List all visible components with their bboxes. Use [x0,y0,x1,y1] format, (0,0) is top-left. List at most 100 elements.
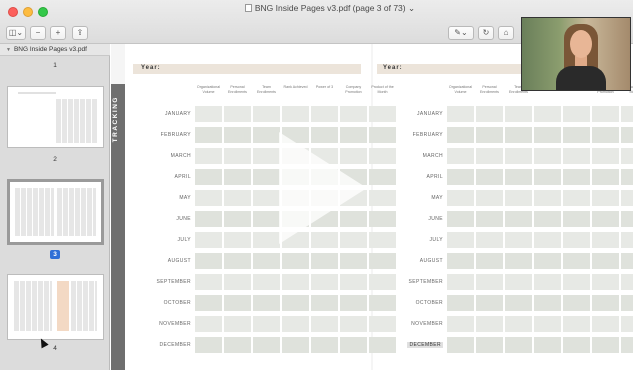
tracking-cell [195,169,222,185]
month-label: MAY [431,195,443,201]
page-number-label-selected: 3 [0,250,110,259]
tracking-cell [592,253,619,269]
maximize-window-button[interactable] [38,7,48,17]
tracking-cell [592,232,619,248]
disclosure-triangle-icon[interactable]: ▼ [6,47,11,53]
tracking-cell [447,253,474,269]
document-view[interactable]: TRACKING Year: Year: Organizational Volu… [111,44,633,370]
tracking-cell [592,190,619,206]
tracking-cell [505,127,532,143]
page-thumbnail-4[interactable] [7,274,104,340]
tracking-cell [621,253,633,269]
tracking-cell [476,127,503,143]
tracking-cell [447,295,474,311]
tracking-cell [224,169,251,185]
tracking-cell [447,169,474,185]
rotate-button[interactable]: ↻ [478,26,494,40]
tracking-cell [253,274,280,290]
tracking-cell [340,253,367,269]
share-button[interactable]: ⇪ [72,26,88,40]
zoom-in-button[interactable]: + [50,26,66,40]
tracking-cell [563,274,590,290]
month-label: OCTOBER [415,300,443,306]
tracking-cell [534,232,561,248]
tracking-cell [195,316,222,332]
page-number-label: 1 [53,62,57,69]
minimize-window-button[interactable] [23,7,33,17]
sidebar-document-header[interactable]: ▼ BNG Inside Pages v3.pdf [0,44,110,56]
column-header: Company Promotion [345,85,362,94]
tracking-cell [340,274,367,290]
tracking-cell [563,232,590,248]
tracking-cell [563,127,590,143]
page-thumbnail-3[interactable] [7,179,104,245]
close-window-button[interactable] [8,7,18,17]
tracking-cell [311,253,338,269]
month-label: JANUARY [416,111,443,117]
thumbnail-sidebar: ▼ BNG Inside Pages v3.pdf 1 2 3 4 [0,44,110,370]
tracking-cell [340,106,367,122]
tracking-cell [253,169,280,185]
markup-toolbox-button[interactable]: ⌂ [498,26,514,40]
tracking-cell [311,295,338,311]
tracking-cell [592,274,619,290]
page-thumbnail-2[interactable] [7,86,104,148]
tracking-cell [253,148,280,164]
tracking-cell [563,190,590,206]
tracking-cell [253,211,280,227]
year-label: Year: [141,65,161,71]
tracking-cell [563,295,590,311]
tracking-cell [476,169,503,185]
month-label: JANUARY [164,111,191,117]
zoom-out-button[interactable]: − [30,26,46,40]
month-label: JULY [177,237,191,243]
markup-pen-button[interactable]: ✎⌄ [448,26,474,40]
tracking-cell [476,211,503,227]
thumb-grid [55,99,98,143]
column-header: Team Enrollments [257,85,276,94]
tracking-cell [476,106,503,122]
tracking-cell [447,106,474,122]
tracking-cell [534,190,561,206]
tracking-cell [282,106,309,122]
webcam-overlay [521,17,631,91]
tracking-cell [505,253,532,269]
tracking-cell [224,337,251,353]
month-label: DECEMBER [159,342,191,348]
column-header: Rank Achieved [283,85,308,89]
month-label: JUNE [176,216,191,222]
tracking-cell [592,169,619,185]
tracking-cell [253,190,280,206]
tracking-cell [534,106,561,122]
tracking-cell [621,190,633,206]
tracking-cell [195,211,222,227]
tracking-cell [534,295,561,311]
tracking-cell [476,253,503,269]
tracking-cell [505,169,532,185]
month-label: JUNE [428,216,443,222]
tracking-cell [447,337,474,353]
tracking-cell [224,106,251,122]
tracking-cell [621,148,633,164]
tracking-cell [224,211,251,227]
sidebar-toggle-button[interactable]: ◫⌄ [6,26,26,40]
tracking-cell [592,316,619,332]
tracking-cell [282,274,309,290]
tracking-cell [621,127,633,143]
tracking-cell [505,190,532,206]
month-label: AUGUST [419,258,443,264]
month-label: MARCH [422,153,443,159]
tracking-tab-label: TRACKING [112,96,119,143]
tracking-cell [563,337,590,353]
play-icon[interactable] [279,132,367,244]
title-menu-chevron-icon[interactable]: ⌄ [408,3,415,13]
tracking-cell [340,295,367,311]
tracking-cell [621,211,633,227]
tracking-cell [224,190,251,206]
tracking-cell [253,316,280,332]
tracking-cell [447,127,474,143]
column-header: Personal Enrollments [480,85,499,94]
thumb-grid [70,281,98,331]
tracking-cell [311,337,338,353]
column-header: Product of the Month [371,85,394,94]
